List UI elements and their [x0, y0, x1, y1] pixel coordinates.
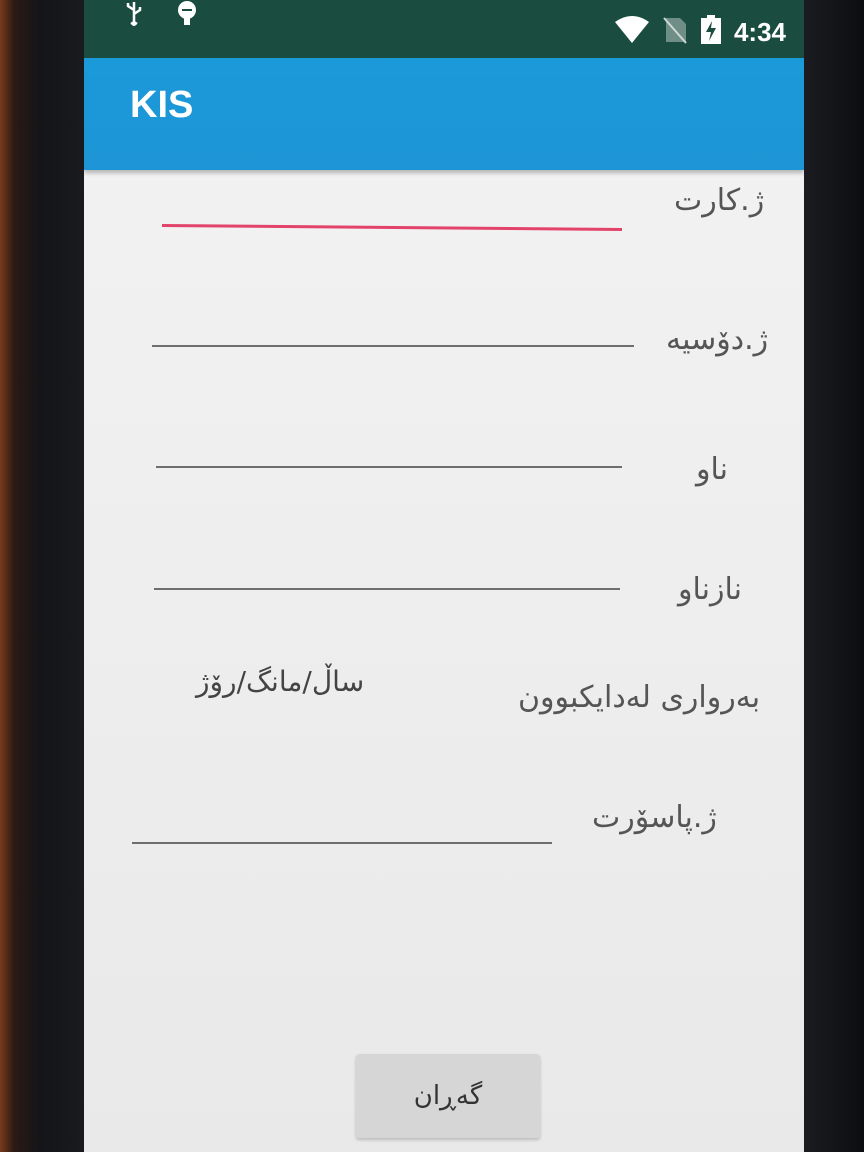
dossier-number-input[interactable] — [152, 345, 634, 347]
search-button[interactable]: گەڕان — [356, 1054, 540, 1138]
app-title: KIS — [130, 84, 194, 126]
name-input[interactable] — [156, 466, 622, 468]
no-sim-icon — [662, 16, 688, 48]
usb-icon — [124, 0, 144, 31]
card-number-label: ژ.کارت — [674, 183, 765, 218]
passport-number-label: ژ.پاسۆرت — [592, 800, 717, 835]
passport-number-input[interactable] — [132, 842, 552, 844]
name-label: ناو — [696, 452, 728, 487]
birthdate-picker[interactable]: ساڵ/مانگ/رۆژ — [196, 665, 364, 698]
wifi-icon — [614, 16, 650, 48]
system-status-icons: 4:34 — [614, 12, 786, 52]
battery-charging-icon — [700, 15, 722, 49]
status-clock: 4:34 — [733, 16, 786, 47]
dossier-number-label: ژ.دۆسیە — [666, 322, 769, 357]
app-bar: KIS — [84, 40, 804, 170]
card-number-input[interactable] — [161, 223, 623, 232]
birthdate-label: بەرواری لەدایکبوون — [518, 680, 761, 715]
notification-icons — [124, 0, 200, 30]
android-debug-icon — [174, 0, 200, 31]
nickname-input[interactable] — [154, 588, 620, 590]
status-bar: 4:34 — [84, 0, 804, 58]
device-bezel-right — [794, 0, 864, 1152]
phone-screen: KIS 4:34 ژ.کارت ژ.دۆسیە ناو نازناو بەروا… — [84, 0, 804, 1152]
nickname-label: نازناو — [678, 572, 742, 607]
